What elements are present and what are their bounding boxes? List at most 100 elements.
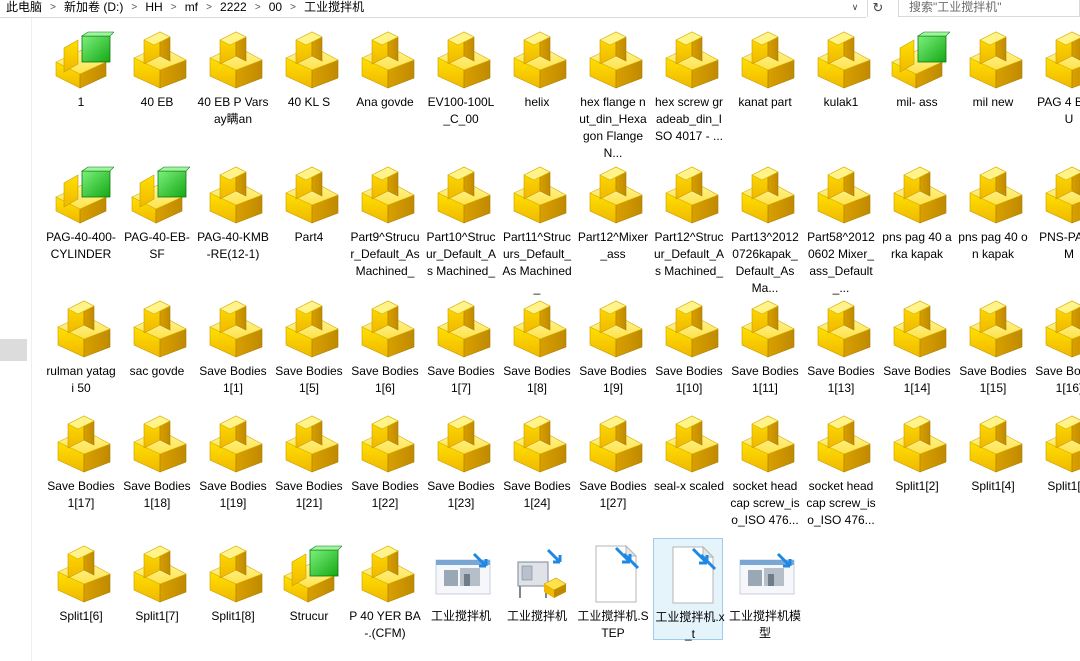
part-icon bbox=[966, 299, 1026, 359]
file-name: Save Bodies1[23] bbox=[427, 479, 495, 510]
chevron-right-icon[interactable]: > bbox=[247, 2, 269, 13]
file-name: Split1[8] bbox=[211, 609, 255, 623]
file-name: pns pag 40 on kapak bbox=[958, 230, 1028, 261]
breadcrumb-current-folder[interactable]: 工业搅拌机 bbox=[304, 0, 364, 14]
part-icon bbox=[738, 414, 798, 474]
address-bar[interactable]: 此电脑 > 新加卷 (D:) > HH > mf > 2222 > 00 > 工… bbox=[0, 0, 866, 18]
chevron-down-icon[interactable]: ∨ bbox=[847, 0, 863, 14]
part-icon bbox=[966, 165, 1026, 225]
file-name: 40 EB P Varsay瞒an bbox=[197, 95, 269, 126]
file-name: Part11^Strucurs_Default_As Machined_ bbox=[502, 230, 572, 295]
file-name: Split1[7] bbox=[135, 609, 179, 623]
breadcrumb-2222[interactable]: 2222 bbox=[220, 0, 247, 14]
file-name: Ana govde bbox=[356, 95, 414, 109]
file-name: pns pag 40 arka kapak bbox=[882, 230, 952, 261]
file-name: Save Bodies1[17] bbox=[47, 479, 115, 510]
breadcrumb-00[interactable]: 00 bbox=[269, 0, 282, 14]
part-icon bbox=[966, 414, 1026, 474]
part-icon bbox=[814, 299, 874, 359]
part-icon bbox=[434, 165, 494, 225]
part-icon bbox=[890, 165, 950, 225]
file-name: Save Bodies1[7] bbox=[427, 364, 495, 395]
part-icon bbox=[130, 299, 190, 359]
file-name: hex flange nut_din_Hexagon Flange N... bbox=[579, 95, 647, 160]
file-name: EV100-100L_C_00 bbox=[427, 95, 495, 126]
blank-file-icon bbox=[586, 544, 646, 604]
file-name: Save Bodies1[24] bbox=[503, 479, 571, 510]
file-name: 工业搅拌机模型 bbox=[729, 609, 802, 640]
file-name: sac govde bbox=[129, 364, 185, 378]
part-icon bbox=[662, 30, 722, 90]
assembly-icon bbox=[890, 30, 950, 90]
file-item[interactable]: 工业搅拌机.x_t bbox=[653, 538, 725, 641]
chevron-right-icon[interactable]: > bbox=[282, 2, 304, 13]
file-name: Save Bodies1[8] bbox=[503, 364, 571, 395]
part-icon bbox=[890, 414, 950, 474]
file-name: Save Bodies1[9] bbox=[579, 364, 647, 395]
file-name: Split1[5] bbox=[1047, 479, 1080, 493]
file-name: 工业搅拌机.x_t bbox=[655, 610, 725, 641]
refresh-icon[interactable]: ↻ bbox=[867, 0, 888, 17]
file-name: socket head cap screw_iso_ISO 476... bbox=[730, 479, 800, 527]
part-icon bbox=[1042, 299, 1080, 359]
breadcrumb-this-pc[interactable]: 此电脑 bbox=[6, 0, 42, 14]
file-name: Save Bodies1[10] bbox=[655, 364, 723, 395]
part-icon bbox=[586, 414, 646, 474]
part-icon bbox=[738, 30, 798, 90]
chevron-right-icon[interactable]: > bbox=[163, 2, 185, 13]
file-name: Save Bodies1[1] bbox=[199, 364, 267, 395]
file-name: kulak1 bbox=[823, 95, 859, 109]
navigation-pane[interactable] bbox=[0, 18, 32, 661]
file-name: PAG-40-EB-SF bbox=[124, 230, 190, 261]
part-icon bbox=[130, 30, 190, 90]
file-name: Part9^Strucur_Default_As Machined_ bbox=[350, 230, 420, 278]
part-icon bbox=[130, 414, 190, 474]
file-name: Strucur bbox=[289, 609, 329, 623]
part-icon bbox=[510, 414, 570, 474]
breadcrumb-hh[interactable]: HH bbox=[145, 0, 162, 14]
file-name: 40 KL S bbox=[287, 95, 331, 109]
file-list-view[interactable]: 1 40 EB 40 EB P Varsay瞒an 40 KL S Ana govde E… bbox=[31, 18, 1080, 661]
file-name: Save Bodies1[15] bbox=[959, 364, 1027, 395]
part-icon bbox=[814, 30, 874, 90]
part-icon bbox=[434, 299, 494, 359]
chevron-right-icon[interactable]: > bbox=[198, 2, 220, 13]
part-icon bbox=[282, 414, 342, 474]
breadcrumb-drive-d[interactable]: 新加卷 (D:) bbox=[64, 0, 123, 14]
file-name: PAG-40-400-CYLINDER bbox=[46, 230, 116, 261]
search-input[interactable]: 搜索"工业搅拌机" bbox=[898, 0, 1080, 17]
file-name: PAG 4 BORU bbox=[1037, 95, 1080, 126]
file-name: 工业搅拌机 bbox=[506, 609, 567, 623]
part-icon bbox=[738, 299, 798, 359]
thumbnail-icon bbox=[434, 544, 494, 604]
chevron-right-icon[interactable]: > bbox=[42, 2, 64, 13]
blank-file-icon bbox=[663, 545, 723, 605]
assembly-icon bbox=[130, 165, 190, 225]
file-name: Save Bodies1[21] bbox=[275, 479, 343, 510]
file-name: Split1[2] bbox=[895, 479, 939, 493]
part-icon bbox=[358, 299, 418, 359]
part-icon bbox=[1042, 414, 1080, 474]
part-icon bbox=[206, 544, 266, 604]
part-icon bbox=[54, 299, 114, 359]
file-name: kanat part bbox=[738, 95, 792, 109]
part-icon bbox=[434, 414, 494, 474]
part-icon bbox=[358, 165, 418, 225]
file-name: Save Bodies1[22] bbox=[351, 479, 419, 510]
part-icon bbox=[510, 165, 570, 225]
chevron-right-icon[interactable]: > bbox=[123, 2, 145, 13]
address-toolbar: 此电脑 > 新加卷 (D:) > HH > mf > 2222 > 00 > 工… bbox=[0, 0, 1080, 18]
part-icon bbox=[890, 299, 950, 359]
navigation-pane-selected-item[interactable] bbox=[0, 339, 27, 361]
file-name: Save Bodies1[19] bbox=[199, 479, 267, 510]
part-icon bbox=[662, 165, 722, 225]
part-icon bbox=[206, 414, 266, 474]
assembly-icon bbox=[54, 165, 114, 225]
file-name: rulman yatagi 50 bbox=[46, 364, 116, 395]
part-icon bbox=[130, 544, 190, 604]
part-icon bbox=[358, 30, 418, 90]
part-icon bbox=[282, 165, 342, 225]
file-name: PAG-40-KMB-RE(12-1) bbox=[197, 230, 269, 261]
file-name: mil- ass bbox=[896, 95, 938, 109]
breadcrumb-mf[interactable]: mf bbox=[185, 0, 198, 14]
